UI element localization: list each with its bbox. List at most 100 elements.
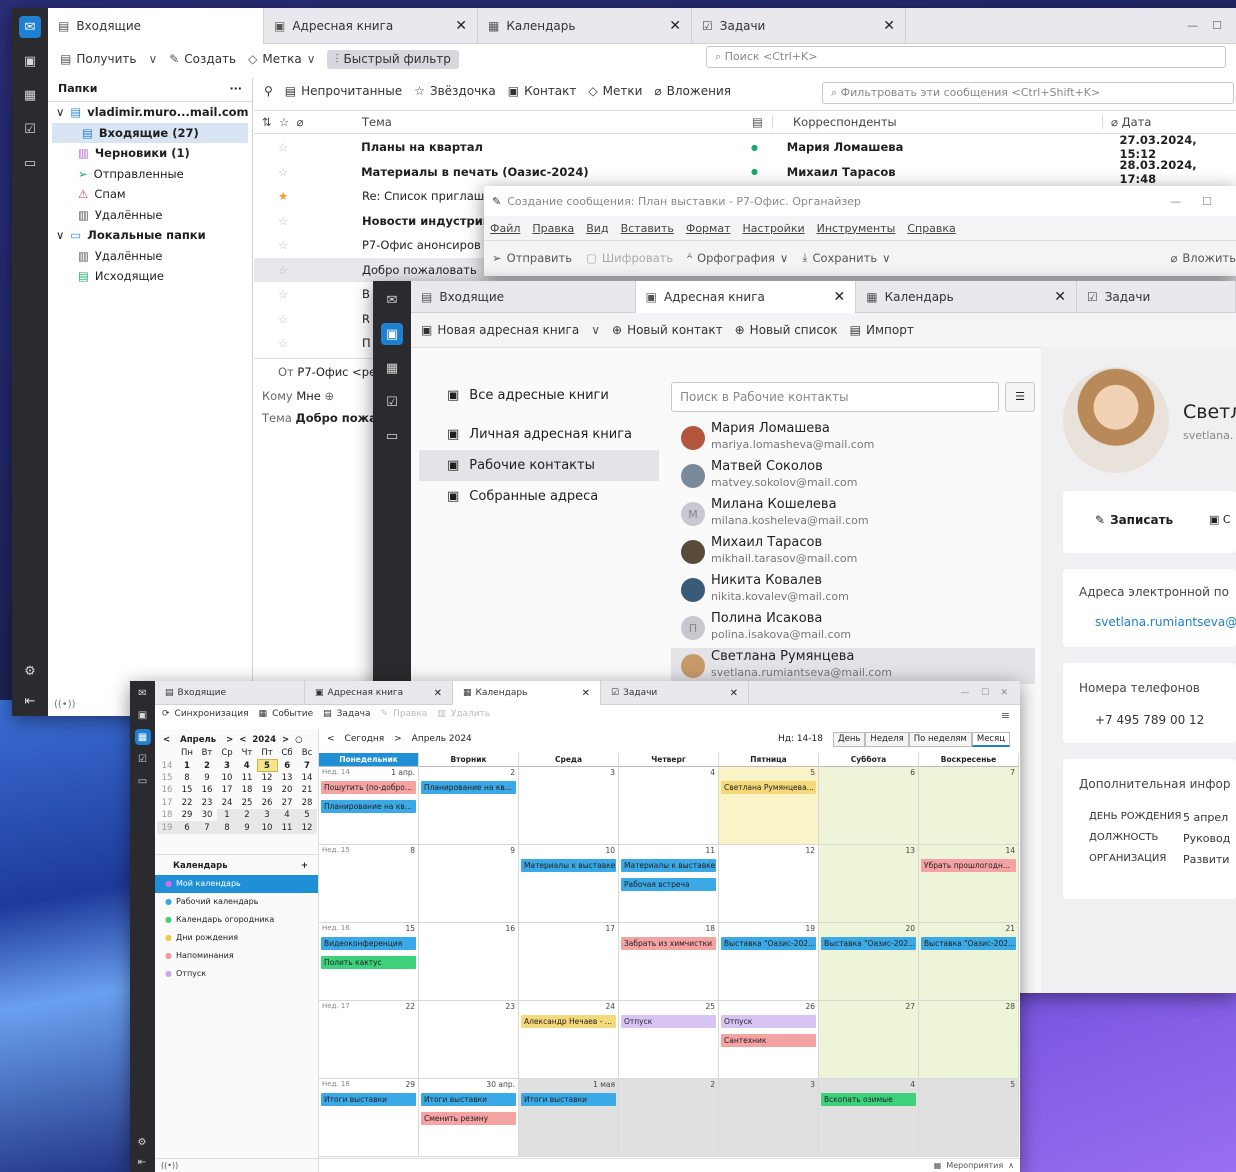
- menu-item[interactable]: Инструменты: [817, 222, 896, 235]
- calendar-event[interactable]: Забрать из химчистки: [621, 937, 716, 950]
- day-cell[interactable]: 13: [819, 845, 919, 923]
- edit-button[interactable]: ✎ Правка: [381, 709, 428, 719]
- encrypt-button[interactable]: ▢ Шифровать: [586, 251, 673, 265]
- tab-calendar[interactable]: ▦ Календарь ✕: [856, 281, 1077, 313]
- calendar-event[interactable]: Планирование на кв...: [421, 781, 516, 794]
- tab-inbox[interactable]: ▤ Входящие: [411, 281, 636, 313]
- tag-button[interactable]: ◇ Метка ∨: [248, 52, 315, 66]
- addressbook-item[interactable]: ▣ Все адресные книги: [419, 380, 659, 411]
- calendar-event[interactable]: Планирование на кв...: [321, 800, 416, 813]
- mini-day[interactable]: 5: [256, 758, 278, 773]
- next-year-icon[interactable]: >: [282, 735, 289, 745]
- close-icon[interactable]: ✕: [1054, 289, 1066, 305]
- day-cell[interactable]: 17: [519, 923, 619, 1001]
- calendar-event[interactable]: Александр Нечаев - ...: [521, 1015, 616, 1028]
- window-controls[interactable]: — ☐: [1173, 8, 1236, 43]
- addressbook-item[interactable]: ▣ Личная адресная книга: [419, 419, 659, 450]
- mini-day[interactable]: 22: [177, 797, 197, 809]
- mini-day[interactable]: 10: [257, 821, 277, 834]
- star-icon[interactable]: ☆: [254, 336, 362, 350]
- new-task-button[interactable]: ▤ Задача: [323, 709, 370, 719]
- calendar-event[interactable]: Пошутить (по-добро...: [321, 781, 416, 794]
- calendar-event[interactable]: Убрать прошлогодн...: [921, 859, 1016, 872]
- close-icon[interactable]: ✕: [834, 289, 846, 305]
- prev-icon[interactable]: <: [327, 734, 335, 744]
- day-cell[interactable]: 21: [919, 923, 1019, 1001]
- settings-icon[interactable]: ⚙: [134, 1134, 150, 1150]
- compose-button[interactable]: ✎ Создать: [169, 52, 236, 66]
- contact-row[interactable]: Никита Ковалев nikita.kovalev@mail.com: [671, 572, 1035, 610]
- calendar-event[interactable]: Выставка "Оазис-202...: [821, 937, 916, 950]
- mini-day[interactable]: 3: [217, 759, 237, 771]
- settings-icon[interactable]: ⚙: [19, 660, 41, 682]
- day-cell[interactable]: 3: [719, 1079, 819, 1157]
- view-button[interactable]: Месяц: [971, 731, 1010, 747]
- calendar-icon[interactable]: ▦: [19, 84, 41, 106]
- collapse-icon[interactable]: ⇤: [134, 1154, 150, 1170]
- save-button[interactable]: ⤓ Сохранить ∨: [802, 250, 890, 265]
- calendar-event[interactable]: Материалы к выставке: [621, 859, 716, 872]
- mini-day[interactable]: 6: [177, 821, 197, 834]
- calendar-event[interactable]: Сантехник: [721, 1034, 816, 1047]
- calendar-item[interactable]: ● Мой календарь: [155, 874, 318, 893]
- mini-day[interactable]: 21: [297, 784, 317, 796]
- mini-day[interactable]: 28: [297, 797, 317, 809]
- mini-day[interactable]: 12: [257, 772, 277, 784]
- view-button[interactable]: День: [832, 731, 866, 747]
- new-list-button[interactable]: ⊕ Новый список: [735, 323, 838, 337]
- calendar-event[interactable]: Вскопать озимые: [821, 1093, 916, 1106]
- menu-item[interactable]: Формат: [686, 222, 731, 235]
- filter-unread-button[interactable]: ▤ Непрочитанные: [285, 84, 402, 98]
- menu-item[interactable]: Вставить: [621, 222, 674, 235]
- folder-item[interactable]: ▥ Удалённые: [48, 246, 252, 267]
- filter-attach-button[interactable]: ⌀ Вложения: [654, 84, 731, 98]
- star-icon[interactable]: ☆: [254, 165, 361, 179]
- star-icon[interactable]: ☆: [254, 140, 361, 154]
- contact-row[interactable]: Мария Ломашева mariya.lomasheva@mail.com: [671, 420, 1035, 458]
- mini-day[interactable]: 12: [297, 821, 317, 834]
- day-cell[interactable]: 4: [819, 1079, 919, 1157]
- tab-tasks[interactable]: ☑ Задачи: [1077, 281, 1236, 313]
- window-controls[interactable]: — ☐: [1170, 195, 1236, 208]
- addressbook-icon[interactable]: ▣: [381, 323, 403, 345]
- star-icon[interactable]: ☆: [254, 312, 362, 326]
- calendar-event[interactable]: Видеоконференция: [321, 937, 416, 950]
- mini-day[interactable]: 4: [277, 808, 297, 822]
- day-cell[interactable]: 16: [419, 923, 519, 1001]
- mail-icon[interactable]: ✉: [19, 16, 41, 38]
- mini-day[interactable]: 4: [237, 759, 257, 771]
- mini-day[interactable]: 30: [197, 809, 217, 821]
- mini-day[interactable]: 3: [257, 808, 277, 822]
- day-cell[interactable]: 2: [619, 1079, 719, 1157]
- addressbook-item[interactable]: ▣ Собранные адреса: [419, 481, 659, 512]
- new-contact-button[interactable]: ⊕ Новый контакт: [612, 323, 723, 337]
- mini-day[interactable]: 20: [277, 784, 297, 796]
- day-cell[interactable]: 25: [619, 1001, 719, 1079]
- mini-day[interactable]: 15: [177, 784, 197, 796]
- get-mail-button[interactable]: ▤ Получить: [60, 52, 136, 66]
- mini-day[interactable]: 24: [217, 797, 237, 809]
- next-month-icon[interactable]: >: [226, 735, 233, 745]
- menu-item[interactable]: Справка: [907, 222, 955, 235]
- new-event-button[interactable]: ▦ Событие: [259, 709, 314, 719]
- day-cell[interactable]: 23: [419, 1001, 519, 1079]
- calendar-event[interactable]: Рабочая встреча: [621, 878, 716, 891]
- day-cell[interactable]: 10: [519, 845, 619, 923]
- close-icon[interactable]: ✕: [434, 688, 442, 699]
- calendar-event[interactable]: Выставка "Оазис-202...: [721, 937, 816, 950]
- contact-row[interactable]: Михаил Тарасов mikhail.tarasov@mail.com: [671, 534, 1035, 572]
- mini-day[interactable]: 14: [297, 772, 317, 784]
- new-addressbook-button[interactable]: ▣ Новая адресная книга: [421, 323, 579, 337]
- sync-button[interactable]: ⟳ Синхронизация: [162, 709, 249, 719]
- mini-day[interactable]: 7: [297, 759, 317, 771]
- tab-inbox[interactable]: ▤ Входящие: [48, 8, 264, 44]
- folder-item[interactable]: ⚠ Спам: [48, 184, 252, 205]
- day-cell[interactable]: 22 Нед. 17: [319, 1001, 419, 1079]
- folder-item[interactable]: ∨ ▤ vladimir.muro...mail.com: [48, 102, 252, 123]
- calendar-event[interactable]: Отпуск: [621, 1015, 716, 1028]
- tab-addressbook[interactable]: ▣ Адресная книга ✕: [305, 681, 453, 705]
- email-link[interactable]: svetlana.rumiantseva@: [1095, 615, 1236, 629]
- mini-day[interactable]: 1: [217, 808, 237, 822]
- events-toggle[interactable]: ▦ Мероприятия ∧: [934, 1161, 1014, 1170]
- mail-icon[interactable]: ✉: [135, 685, 151, 701]
